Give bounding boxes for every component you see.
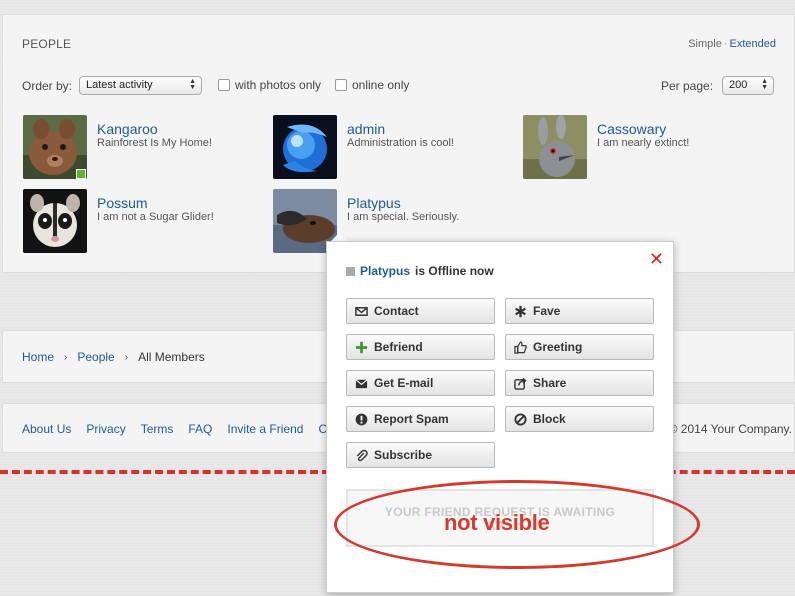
breadcrumb-home-link[interactable]: Home [22, 350, 54, 364]
online-only-filter[interactable]: online only [335, 78, 409, 92]
get-email-label: Get E-mail [374, 376, 434, 390]
member-status: I am nearly extinct! [597, 137, 690, 149]
member-card-admin[interactable]: admin Administration is cool! [273, 115, 513, 181]
select-arrows-icon: ▲ ▼ [761, 78, 768, 91]
plus-icon [355, 341, 368, 353]
view-separator: · [723, 38, 728, 50]
befriend-label: Befriend [374, 340, 423, 354]
envelope-icon [355, 306, 368, 316]
member-name[interactable]: Possum [97, 195, 148, 211]
online-only-label: online only [352, 78, 410, 92]
block-label: Block [533, 412, 566, 426]
footer-link-terms[interactable]: Terms [141, 422, 174, 436]
contact-label: Contact [374, 304, 419, 318]
report-spam-label: Report Spam [374, 412, 449, 426]
breadcrumb-separator: › [124, 351, 129, 363]
avatar[interactable] [23, 189, 87, 253]
ban-icon [514, 412, 527, 426]
with-photos-label: with photos only [235, 78, 322, 92]
select-arrows-icon: ▲ ▼ [189, 78, 196, 91]
view-simple-link[interactable]: Simple [688, 38, 722, 50]
share-label: Share [533, 376, 567, 390]
footer-link-invite-friend[interactable]: Invite a Friend [227, 422, 303, 436]
presence-status: Platypus is Offline now [346, 264, 494, 278]
member-status: I am not a Sugar Glider! [97, 211, 214, 223]
contact-button[interactable]: Contact [346, 298, 495, 324]
annotation-not-visible-text: not visible [444, 510, 550, 535]
footer-link-about-us[interactable]: About Us [22, 422, 71, 436]
copyright-text: © 2014 Your Company. [668, 422, 792, 436]
with-photos-filter[interactable]: with photos only [218, 78, 321, 92]
online-only-checkbox[interactable] [335, 79, 347, 91]
fave-label: Fave [533, 304, 561, 318]
avatar[interactable] [273, 115, 337, 179]
people-panel: PEOPLE Simple · Extended Order by: Latest … [2, 14, 795, 273]
close-icon[interactable]: ✕ [649, 250, 664, 268]
with-photos-checkbox[interactable] [218, 79, 230, 91]
fave-button[interactable]: Fave [505, 298, 654, 324]
breadcrumb-people-link[interactable]: People [77, 350, 114, 364]
footer-links: About Us Privacy Terms FAQ Invite a Frie… [22, 422, 334, 436]
per-page-select[interactable]: 200 ▲ ▼ [722, 76, 774, 95]
order-by-label: Order by: [22, 79, 73, 93]
thumbs-up-icon [514, 340, 527, 354]
subscribe-label: Subscribe [374, 448, 433, 462]
member-status: Administration is cool! [347, 137, 454, 149]
breadcrumb-current: All Members [138, 350, 205, 364]
breadcrumb: Home › People › All Members [22, 350, 205, 364]
presence-text: is Offline now [415, 264, 494, 278]
popup-username-link[interactable]: Platypus [360, 264, 410, 278]
filter-row: Order by: Latest activity ▲ ▼ with photos… [22, 76, 774, 96]
people-title: PEOPLE [22, 37, 72, 51]
member-card-kangaroo[interactable]: Kangaroo Rainforest Is My Home! [23, 115, 263, 181]
per-page-value: 200 [729, 79, 748, 91]
get-email-button[interactable]: Get E-mail [346, 370, 495, 396]
member-status: I am special. Seriously. [347, 211, 460, 223]
greeting-label: Greeting [533, 340, 583, 354]
footer-link-faq[interactable]: FAQ [188, 422, 212, 436]
order-by-value: Latest activity [86, 79, 153, 91]
share-button[interactable]: Share [505, 370, 654, 396]
envelope-filled-icon [355, 378, 368, 388]
breadcrumb-separator: › [64, 351, 68, 363]
paperclip-icon [356, 449, 368, 461]
share-icon [514, 377, 527, 390]
offline-status-icon [346, 266, 355, 276]
greeting-button[interactable]: Greeting [505, 334, 654, 360]
block-button[interactable]: Block [505, 406, 654, 432]
per-page-label: Per page: [661, 79, 714, 93]
befriend-button[interactable]: Befriend [346, 334, 495, 360]
member-card-possum[interactable]: Possum I am not a Sugar Glider! [23, 189, 263, 255]
online-indicator [76, 169, 86, 179]
member-name[interactable]: Kangaroo [97, 121, 158, 137]
subscribe-button[interactable]: Subscribe [346, 442, 495, 468]
footer-link-privacy[interactable]: Privacy [86, 422, 125, 436]
member-card-cassowary[interactable]: Cassowary I am nearly extinct! [523, 115, 763, 181]
report-spam-button[interactable]: Report Spam [346, 406, 495, 432]
view-extended-link[interactable]: Extended [730, 38, 776, 50]
member-status: Rainforest Is My Home! [97, 137, 212, 149]
view-switch: Simple · Extended [688, 38, 776, 50]
asterisk-icon [515, 305, 526, 317]
exclamation-circle-icon [355, 413, 368, 425]
member-name[interactable]: admin [347, 121, 385, 137]
member-name[interactable]: Cassowary [597, 121, 666, 137]
member-name[interactable]: Platypus [347, 195, 401, 211]
order-by-select[interactable]: Latest activity ▲ ▼ [79, 76, 202, 95]
avatar[interactable] [523, 115, 587, 179]
